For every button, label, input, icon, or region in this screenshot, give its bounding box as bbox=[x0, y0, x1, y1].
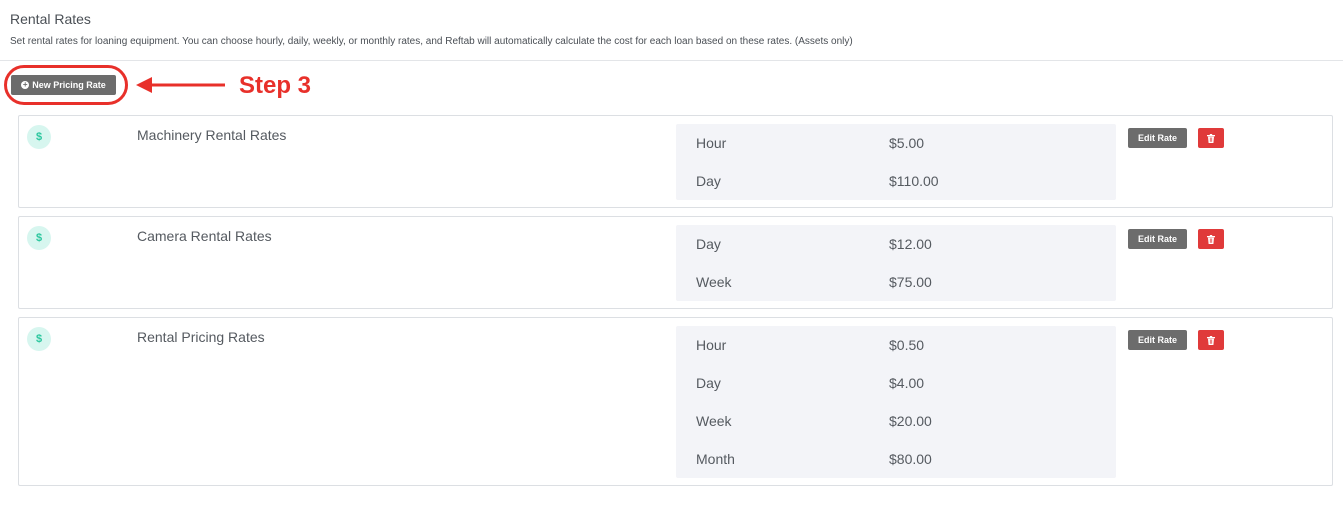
plus-circle-icon: + bbox=[21, 80, 30, 89]
rate-table: Hour $0.50 Day $4.00 Week $20.00 Month $… bbox=[676, 326, 1116, 478]
rate-row: Hour $0.50 bbox=[676, 326, 1116, 364]
rate-card-name: Rental Pricing Rates bbox=[137, 329, 265, 345]
rate-row: Hour $5.00 bbox=[676, 124, 1116, 162]
rate-price: $110.00 bbox=[889, 173, 939, 189]
rate-row: Week $20.00 bbox=[676, 402, 1116, 440]
rate-card: $ Camera Rental Rates Day $12.00 Week $7… bbox=[18, 216, 1333, 309]
rate-table: Day $12.00 Week $75.00 bbox=[676, 225, 1116, 301]
rate-unit: Week bbox=[696, 413, 732, 429]
trash-icon bbox=[1207, 335, 1215, 345]
rate-table: Hour $5.00 Day $110.00 bbox=[676, 124, 1116, 200]
dollar-icon: $ bbox=[27, 226, 51, 250]
rate-price: $20.00 bbox=[889, 413, 932, 429]
delete-rate-button[interactable] bbox=[1198, 128, 1224, 148]
new-pricing-rate-button[interactable]: + New Pricing Rate bbox=[11, 75, 116, 95]
dollar-icon: $ bbox=[27, 125, 51, 149]
new-pricing-rate-label: New Pricing Rate bbox=[32, 80, 106, 90]
rate-row: Day $110.00 bbox=[676, 162, 1116, 200]
rate-unit: Day bbox=[696, 375, 721, 391]
rate-price: $4.00 bbox=[889, 375, 925, 391]
rate-unit: Hour bbox=[696, 337, 727, 353]
rate-price: $5.00 bbox=[889, 135, 925, 151]
rate-card-name: Machinery Rental Rates bbox=[137, 127, 287, 143]
edit-rate-button[interactable]: Edit Rate bbox=[1128, 330, 1187, 350]
edit-rate-button[interactable]: Edit Rate bbox=[1128, 229, 1187, 249]
rate-unit: Month bbox=[696, 451, 735, 467]
page-title: Rental Rates bbox=[10, 11, 91, 27]
delete-rate-button[interactable] bbox=[1198, 229, 1224, 249]
annotation-arrow-icon bbox=[136, 77, 225, 93]
rate-unit: Week bbox=[696, 274, 732, 290]
rate-row: Month $80.00 bbox=[676, 440, 1116, 478]
annotation-step-label: Step 3 bbox=[239, 72, 312, 99]
rate-unit: Day bbox=[696, 173, 721, 189]
rate-price: $75.00 bbox=[889, 274, 932, 290]
delete-rate-button[interactable] bbox=[1198, 330, 1224, 350]
header-divider bbox=[0, 60, 1343, 61]
rate-unit: Hour bbox=[696, 135, 727, 151]
trash-icon bbox=[1207, 133, 1215, 143]
page-description: Set rental rates for loaning equipment. … bbox=[10, 36, 853, 47]
rate-unit: Day bbox=[696, 236, 721, 252]
rate-row: Day $4.00 bbox=[676, 364, 1116, 402]
rate-row: Day $12.00 bbox=[676, 225, 1116, 263]
dollar-icon: $ bbox=[27, 327, 51, 351]
rate-price: $80.00 bbox=[889, 451, 932, 467]
rate-card: $ Machinery Rental Rates Hour $5.00 Day … bbox=[18, 115, 1333, 208]
rate-row: Week $75.00 bbox=[676, 263, 1116, 301]
rate-price: $0.50 bbox=[889, 337, 925, 353]
rate-price: $12.00 bbox=[889, 236, 932, 252]
trash-icon bbox=[1207, 234, 1215, 244]
rate-card: $ Rental Pricing Rates Hour $0.50 Day $4… bbox=[18, 317, 1333, 486]
edit-rate-button[interactable]: Edit Rate bbox=[1128, 128, 1187, 148]
rate-card-name: Camera Rental Rates bbox=[137, 228, 272, 244]
